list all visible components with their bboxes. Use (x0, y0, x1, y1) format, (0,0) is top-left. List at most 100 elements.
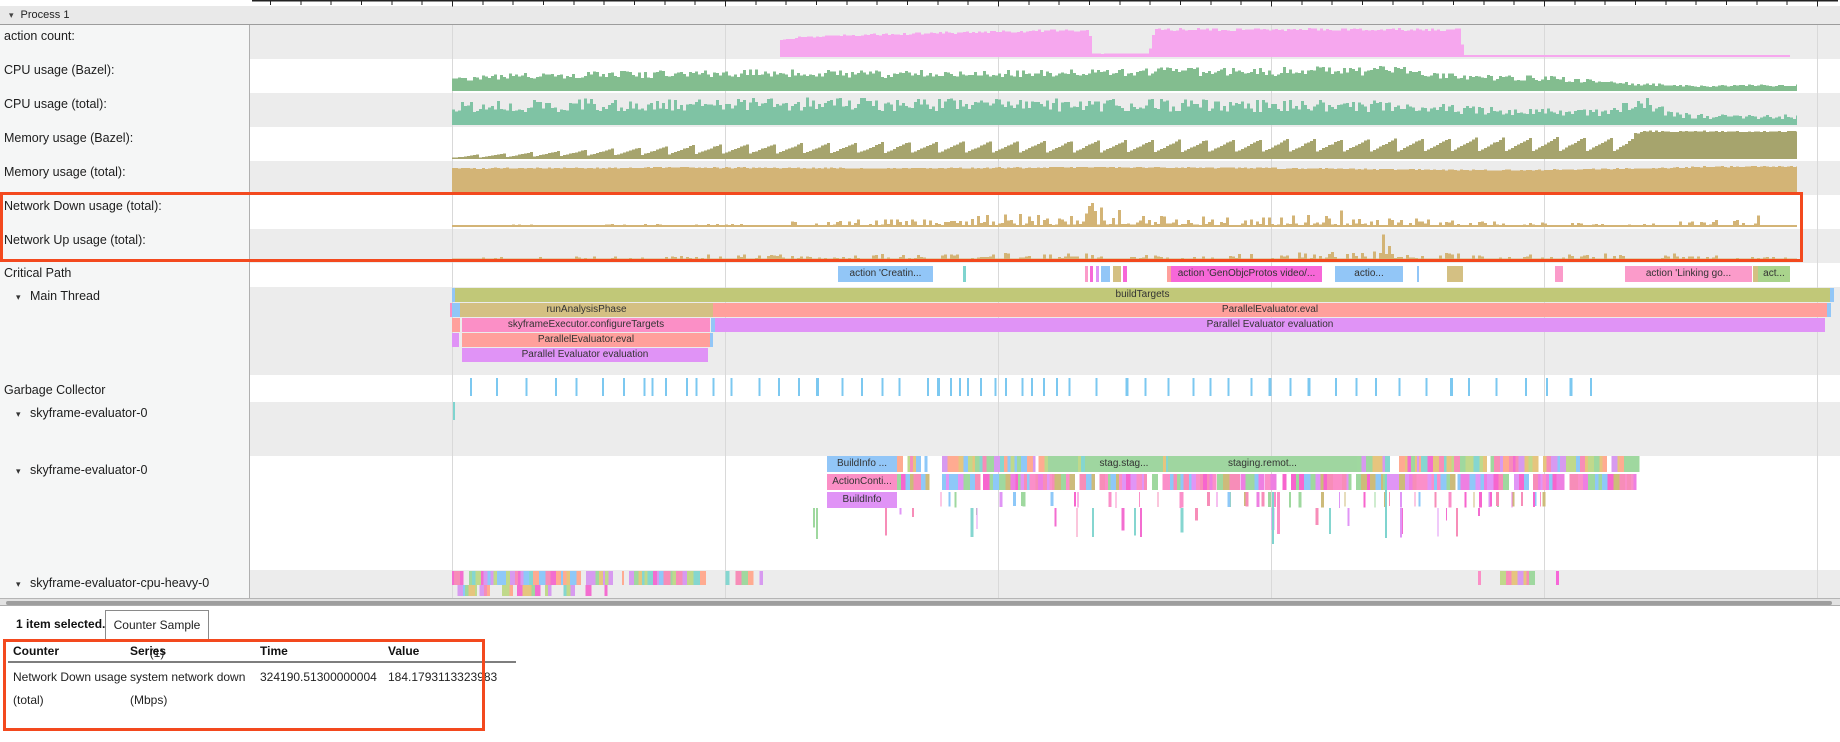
track-row-band[interactable] (250, 402, 1840, 456)
trace-slice[interactable]: action 'Linking go... (1625, 266, 1752, 282)
collapse-triangle-icon[interactable]: ▾ (16, 464, 30, 478)
trace-slice[interactable] (1277, 492, 1280, 534)
track-area[interactable]: action 'Creatin... action 'GenObjcProtos … (0, 0, 1840, 598)
trace-slice[interactable] (1096, 266, 1099, 282)
sidebar-item-main-thread[interactable]: ▾Main Thread (0, 289, 248, 304)
sidebar-item-label: Network Down usage (total): (4, 199, 162, 213)
collapse-triangle-icon[interactable]: ▾ (16, 407, 30, 421)
gc-ticks[interactable] (0, 378, 1840, 396)
trace-slice[interactable]: action 'Creatin... (838, 266, 933, 282)
sidebar-item-garbage-collector[interactable]: Garbage Collector (0, 383, 252, 398)
trace-slice[interactable] (1385, 474, 1387, 538)
sidebar-item-label: skyframe-evaluator-cpu-heavy-0 (30, 576, 209, 590)
sidebar-item-skyframe-evaluator-0-2[interactable]: ▾skyframe-evaluator-0 (0, 463, 248, 478)
table-header-divider (8, 661, 516, 663)
trace-slice[interactable] (453, 402, 455, 420)
trace-slice[interactable] (1113, 266, 1121, 282)
trace-slice[interactable]: BuildInfo ... (827, 456, 897, 472)
sidebar-item-memory-usage-bazel[interactable]: Memory usage (Bazel): (0, 131, 252, 146)
table-header-series: Series (130, 644, 166, 658)
trace-slice[interactable]: action 'GenObjcProtos video/... (1171, 266, 1322, 282)
counter-track-net-up[interactable] (0, 229, 1840, 263)
tab-counter-sample[interactable]: Counter Sample (1) (105, 610, 209, 640)
trace-slice[interactable]: ParallelEvaluator.eval (713, 303, 1827, 317)
trace-slice[interactable] (710, 333, 713, 347)
sidebar-item-label: Memory usage (total): (4, 165, 126, 179)
cell-series-line1: system network down (130, 670, 245, 684)
counter-track-action-count[interactable] (0, 25, 1840, 59)
table-header-time: Time (260, 644, 288, 658)
sidebar-item-label: Main Thread (30, 289, 100, 303)
trace-slice[interactable] (1123, 266, 1127, 282)
trace-slice[interactable] (1085, 266, 1088, 282)
sidebar-item-network-down-usage-total[interactable]: Network Down usage (total): (0, 199, 252, 214)
sidebar-item-label: Network Up usage (total): (4, 233, 146, 247)
table-header-value: Value (388, 644, 419, 658)
sidebar-item-label: CPU usage (total): (4, 97, 107, 111)
slice-band[interactable] (0, 585, 1840, 596)
trace-slice[interactable]: buildTargets (455, 288, 1830, 302)
sidebar-item-skyframe-evaluator-cpu-heavy-0[interactable]: ▾skyframe-evaluator-cpu-heavy-0 (0, 576, 248, 591)
cell-time: 324190.51300000004 (260, 670, 377, 684)
trace-slice[interactable] (452, 303, 460, 317)
counter-track-cpu-bazel[interactable] (0, 59, 1840, 93)
trace-slice[interactable] (452, 333, 459, 347)
slice-band[interactable] (0, 571, 1840, 585)
trace-slice[interactable]: ParallelEvaluator.eval (462, 333, 710, 347)
sidebar-item-label: Memory usage (Bazel): (4, 131, 133, 145)
trace-slice[interactable]: Parallel Evaluator evaluation (462, 348, 708, 362)
trace-slice[interactable]: runAnalysisPhase (460, 303, 713, 317)
sidebar-item-network-up-usage-total[interactable]: Network Up usage (total): (0, 233, 252, 248)
sidebar-item-label: skyframe-evaluator-0 (30, 463, 147, 477)
trace-slice[interactable]: staging.remot... (1168, 456, 1357, 472)
sidebar-item-critical-path[interactable]: Critical Path (0, 266, 252, 281)
trace-slice[interactable]: skyframeExecutor.configureTargets (462, 318, 710, 332)
trace-slice[interactable]: ActionConti... (827, 474, 897, 490)
sparse-lines[interactable] (0, 492, 1840, 508)
sidebar-item-label: action count: (4, 29, 75, 43)
cell-series-line2: (Mbps) (130, 693, 167, 707)
trace-slice[interactable] (1101, 266, 1110, 282)
slice-band[interactable] (0, 474, 1840, 490)
details-panel: 1 item selected. Counter Sample (1) Coun… (0, 606, 1840, 742)
trace-slice[interactable] (1048, 456, 1078, 472)
sidebar-item-label: Garbage Collector (4, 383, 105, 397)
trace-slice[interactable] (1555, 266, 1563, 282)
sidebar-item-cpu-usage-total[interactable]: CPU usage (total): (0, 97, 252, 112)
table-header-counter: Counter (13, 644, 59, 658)
scrollbar-thumb[interactable] (6, 601, 1832, 605)
trace-slice[interactable] (1090, 266, 1093, 282)
counter-track-net-down[interactable] (0, 195, 1840, 229)
trace-slice[interactable] (1827, 303, 1831, 317)
trace-slice[interactable] (963, 266, 966, 282)
sidebar-item-action-count[interactable]: action count: (0, 29, 252, 44)
trace-slice[interactable] (452, 318, 460, 332)
trace-slice[interactable] (1830, 288, 1834, 302)
trace-slice[interactable]: stag.stag... (1085, 456, 1163, 472)
counter-track-mem-total[interactable] (0, 161, 1840, 195)
trace-slice[interactable]: Parallel Evaluator evaluation (715, 318, 1825, 332)
trace-slice[interactable] (1478, 571, 1481, 585)
trace-slice[interactable] (1272, 492, 1274, 544)
trace-viewer: { "header": { "process_label": "Process … (0, 0, 1840, 742)
trace-slice[interactable]: act... (1758, 266, 1790, 282)
sparse-lines[interactable] (0, 508, 1840, 540)
collapse-triangle-icon[interactable]: ▾ (16, 290, 30, 304)
sidebar-item-cpu-usage-bazel[interactable]: CPU usage (Bazel): (0, 63, 252, 78)
counter-track-mem-bazel[interactable] (0, 127, 1840, 161)
trace-slice[interactable]: actio... (1335, 266, 1403, 282)
panel-splitter[interactable] (0, 598, 1840, 606)
counter-track-cpu-total[interactable] (0, 93, 1840, 127)
cell-counter-line1: Network Down usage (13, 670, 127, 684)
trace-slice[interactable] (1447, 266, 1463, 282)
sidebar-item-label: skyframe-evaluator-0 (30, 406, 147, 420)
sidebar-item-skyframe-evaluator-0[interactable]: ▾skyframe-evaluator-0 (0, 406, 248, 421)
sidebar-item-memory-usage-total[interactable]: Memory usage (total): (0, 165, 252, 180)
trace-slice[interactable] (1417, 266, 1419, 282)
cell-value: 184.1793113323983 (388, 670, 497, 684)
selection-status: 1 item selected. (16, 617, 105, 631)
slice-band[interactable] (0, 456, 1840, 472)
ruler-ticks (0, 0, 1840, 7)
collapse-triangle-icon[interactable]: ▾ (16, 577, 30, 591)
trace-slice[interactable] (1556, 571, 1559, 585)
